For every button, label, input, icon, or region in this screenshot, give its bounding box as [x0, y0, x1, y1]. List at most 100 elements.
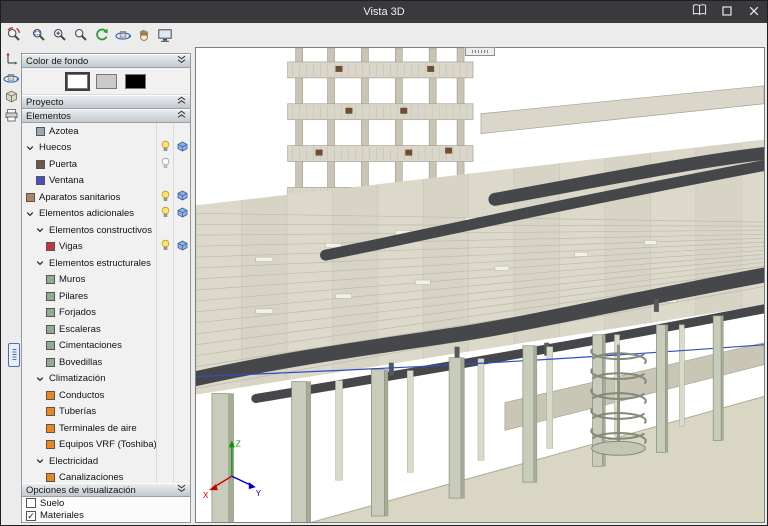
layer-color-swatch[interactable] — [46, 390, 55, 400]
solid-view-cube-icon[interactable] — [177, 207, 188, 221]
tree-row[interactable]: Escaleras — [22, 321, 190, 338]
layer-color-swatch[interactable] — [46, 242, 55, 252]
layer-color-swatch[interactable] — [46, 473, 55, 483]
visibility-bulb-icon[interactable] — [160, 157, 171, 172]
solid-view-cube-icon[interactable] — [177, 240, 188, 254]
docs-button[interactable] — [686, 1, 713, 23]
3d-canvas[interactable]: Z X Y — [196, 48, 764, 522]
orbit-small-icon[interactable] — [3, 69, 20, 86]
solid-cell — [173, 123, 190, 140]
tree-row[interactable]: Cimentaciones — [22, 337, 190, 354]
tree-row[interactable]: Forjados — [22, 304, 190, 321]
panel-collapse-handle[interactable] — [8, 343, 20, 367]
bg-color-swatch-black[interactable] — [124, 73, 146, 89]
pan-icon[interactable] — [134, 26, 153, 45]
tree-row[interactable]: Terminales de aire — [22, 420, 190, 437]
tree-row[interactable]: Bovedillas — [22, 354, 190, 371]
visibility-bulb-icon[interactable] — [160, 190, 171, 205]
visibility-cell — [156, 354, 173, 371]
solid-view-cube-icon[interactable] — [177, 190, 188, 204]
solid-cell — [173, 436, 190, 453]
axes-icon[interactable] — [3, 50, 20, 67]
layer-color-swatch[interactable] — [46, 275, 55, 285]
titlebar[interactable]: Vista 3D — [1, 1, 767, 23]
redraw-icon[interactable] — [92, 26, 111, 45]
layer-color-swatch[interactable] — [36, 159, 45, 169]
tree-row[interactable]: Climatización — [22, 370, 190, 387]
visibility-cell — [156, 453, 173, 470]
visibility-cell — [156, 156, 173, 173]
visibility-bulb-icon[interactable] — [160, 140, 171, 155]
close-button[interactable] — [740, 1, 767, 23]
layer-color-swatch[interactable] — [46, 308, 55, 318]
collapse-chevron-icon[interactable] — [177, 110, 186, 122]
expand-chevron-icon[interactable] — [36, 226, 45, 234]
visibility-cell — [156, 420, 173, 437]
checkbox[interactable]: ✓ — [26, 510, 36, 521]
tree-row[interactable]: Vigas — [22, 238, 190, 255]
maximize-button[interactable] — [713, 1, 740, 23]
screen-icon[interactable] — [155, 26, 174, 45]
layer-label: Forjados — [59, 307, 96, 319]
zoom-inout-icon[interactable] — [50, 26, 69, 45]
layer-color-swatch[interactable] — [46, 357, 55, 367]
tree-row[interactable]: Equipos VRF (Toshiba) — [22, 436, 190, 453]
bg-color-swatch-gray[interactable] — [95, 73, 117, 89]
display-options-header[interactable]: Opciones de visualización — [22, 483, 190, 497]
layer-color-swatch[interactable] — [46, 440, 55, 450]
viewport[interactable]: Z X Y — [195, 47, 765, 523]
tree-row[interactable]: Elementos estructurales — [22, 255, 190, 272]
viewport-splitter-handle[interactable] — [465, 47, 495, 56]
checkbox[interactable] — [26, 498, 36, 509]
layer-label: Cimentaciones — [59, 340, 122, 352]
zoom-plain-icon[interactable] — [71, 26, 90, 45]
layer-color-swatch[interactable] — [46, 407, 55, 417]
expand-chevron-icon[interactable] — [26, 210, 35, 218]
elements-panel-header[interactable]: Elementos — [22, 109, 190, 123]
layer-color-swatch[interactable] — [26, 192, 35, 202]
option-row[interactable]: Suelo — [22, 497, 190, 510]
layer-color-swatch[interactable] — [46, 423, 55, 433]
option-row[interactable]: ✓ Materiales — [22, 510, 190, 523]
bg-color-swatch-white[interactable] — [66, 73, 88, 89]
tree-row[interactable]: Huecos — [22, 139, 190, 156]
orbit-icon[interactable] — [113, 26, 132, 45]
layer-color-swatch[interactable] — [46, 291, 55, 301]
zoom-window-icon[interactable] — [29, 26, 48, 45]
tree-row[interactable]: Pilares — [22, 288, 190, 305]
layer-color-swatch[interactable] — [36, 126, 45, 136]
tree-row[interactable]: Electricidad — [22, 453, 190, 470]
tree-row[interactable]: Puerta — [22, 156, 190, 173]
cube-icon[interactable] — [3, 88, 20, 105]
tree-row[interactable]: Elementos adicionales — [22, 205, 190, 222]
panel-title: Elementos — [26, 110, 71, 122]
zoom-rotate-icon[interactable] — [4, 26, 23, 45]
layer-color-swatch[interactable] — [46, 324, 55, 334]
expand-chevron-icon[interactable] — [36, 375, 45, 383]
background-color-panel-header[interactable]: Color de fondo — [22, 54, 190, 68]
solid-cell — [173, 304, 190, 321]
visibility-bulb-icon[interactable] — [160, 239, 171, 254]
layer-color-swatch[interactable] — [36, 176, 45, 186]
tree-row[interactable]: Muros — [22, 271, 190, 288]
collapse-chevron-icon[interactable] — [177, 484, 186, 496]
tree-row[interactable]: Canalizaciones — [22, 469, 190, 483]
print-icon[interactable] — [3, 107, 20, 124]
expand-chevron-icon[interactable] — [36, 259, 45, 267]
left-rail-icons — [3, 50, 20, 124]
solid-view-cube-icon[interactable] — [177, 141, 188, 155]
tree-row[interactable]: Elementos constructivos — [22, 222, 190, 239]
layer-label: Electricidad — [49, 455, 99, 467]
layer-color-swatch[interactable] — [46, 341, 55, 351]
expand-chevron-icon[interactable] — [26, 144, 35, 152]
expand-chevron-icon[interactable] — [36, 457, 45, 465]
project-panel-header[interactable]: Proyecto — [22, 95, 190, 109]
tree-row[interactable]: Conductos — [22, 387, 190, 404]
tree-row[interactable]: Ventana — [22, 172, 190, 189]
tree-row[interactable]: Aparatos sanitarios — [22, 189, 190, 206]
tree-row[interactable]: Azotea — [22, 123, 190, 140]
collapse-chevron-icon[interactable] — [177, 96, 186, 108]
visibility-bulb-icon[interactable] — [160, 206, 171, 221]
tree-row[interactable]: Tuberías — [22, 403, 190, 420]
collapse-chevron-icon[interactable] — [177, 55, 186, 67]
